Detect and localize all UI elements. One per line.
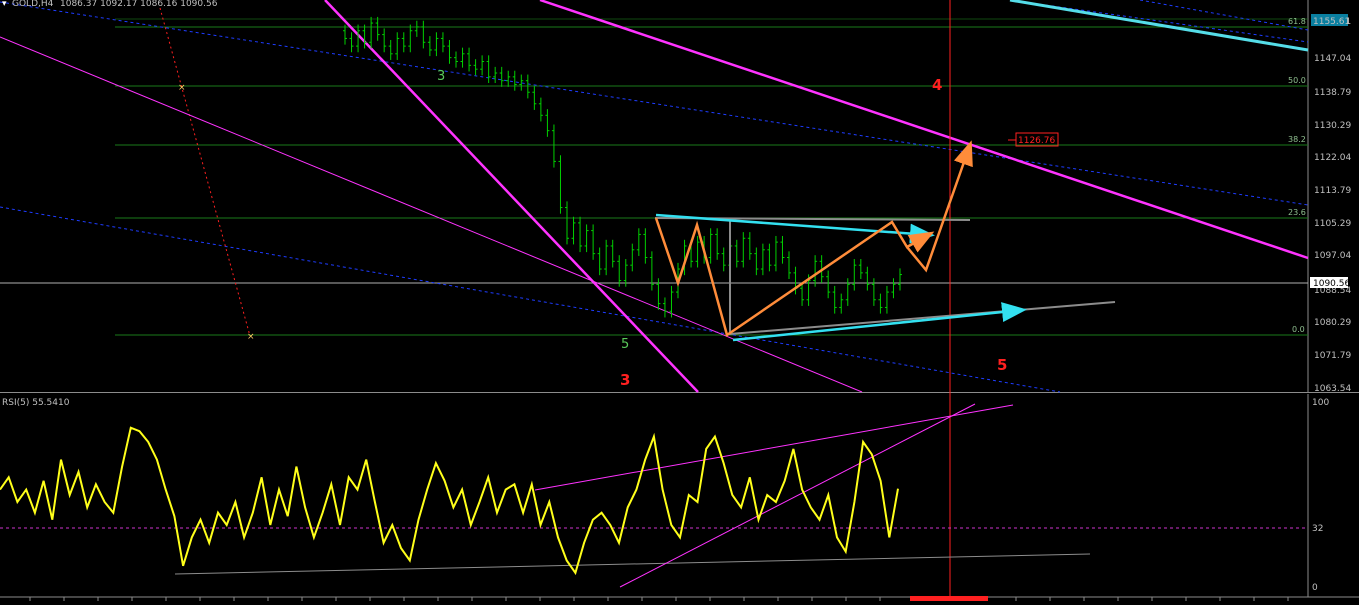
price-tick: 1138.79 bbox=[1314, 88, 1351, 98]
wave-label-green-3: 3 bbox=[437, 69, 445, 84]
wave-label-green-5: 5 bbox=[621, 337, 629, 352]
time-marker-badge bbox=[910, 596, 988, 601]
rsi-tick-0: 0 bbox=[1312, 583, 1318, 593]
fib-label-000: 0.0 bbox=[1292, 325, 1305, 334]
wave-label-red-4: 4 bbox=[932, 76, 942, 94]
chart-canvas[interactable]: 61.8 50.0 38.2 23.6 0.0 × × 3 5 4 3 5 ▾ … bbox=[0, 0, 1359, 601]
rsi-tick-100: 100 bbox=[1312, 398, 1329, 408]
price-tick: 1105.29 bbox=[1314, 219, 1351, 229]
header-expand-icon[interactable]: ▾ bbox=[2, 0, 7, 9]
price-tick-highlight: 1155.61 bbox=[1313, 17, 1350, 27]
rsi-title: RSI(5) 55.5410 bbox=[2, 398, 70, 408]
fib-label-382: 38.2 bbox=[1288, 135, 1306, 144]
target-price-text: 1126.76 bbox=[1018, 136, 1055, 146]
price-tick: 1147.04 bbox=[1314, 54, 1351, 64]
symbol-label: GOLD,H4 bbox=[12, 0, 54, 9]
price-tick: 1071.79 bbox=[1314, 351, 1351, 361]
wave-label-red-3: 3 bbox=[620, 371, 630, 389]
price-tick: 1097.04 bbox=[1314, 251, 1351, 261]
chart-window: 61.8 50.0 38.2 23.6 0.0 × × 3 5 4 3 5 ▾ … bbox=[0, 0, 1359, 601]
fib-label-618: 61.8 bbox=[1288, 17, 1306, 26]
price-tick: 1122.04 bbox=[1314, 153, 1351, 163]
price-tick: 1113.79 bbox=[1314, 186, 1351, 196]
wave-label-red-5: 5 bbox=[997, 356, 1007, 374]
current-price-text: 1090.56 bbox=[1313, 279, 1350, 289]
fib-label-500: 50.0 bbox=[1288, 76, 1306, 85]
fib-label-236: 23.6 bbox=[1288, 208, 1306, 217]
ohlc-values: 1086.37 1092.17 1086.16 1090.56 bbox=[60, 0, 218, 9]
price-tick: 1080.29 bbox=[1314, 318, 1351, 328]
rsi-tick-32: 32 bbox=[1312, 524, 1323, 534]
fractal-marker-bottom: × bbox=[247, 332, 255, 342]
price-tick: 1130.29 bbox=[1314, 121, 1351, 131]
fractal-marker-top: × bbox=[178, 83, 186, 93]
chart-header: ▾ GOLD,H4 1086.37 1092.17 1086.16 1090.5… bbox=[2, 0, 218, 9]
price-tick: 1063.54 bbox=[1314, 384, 1351, 394]
